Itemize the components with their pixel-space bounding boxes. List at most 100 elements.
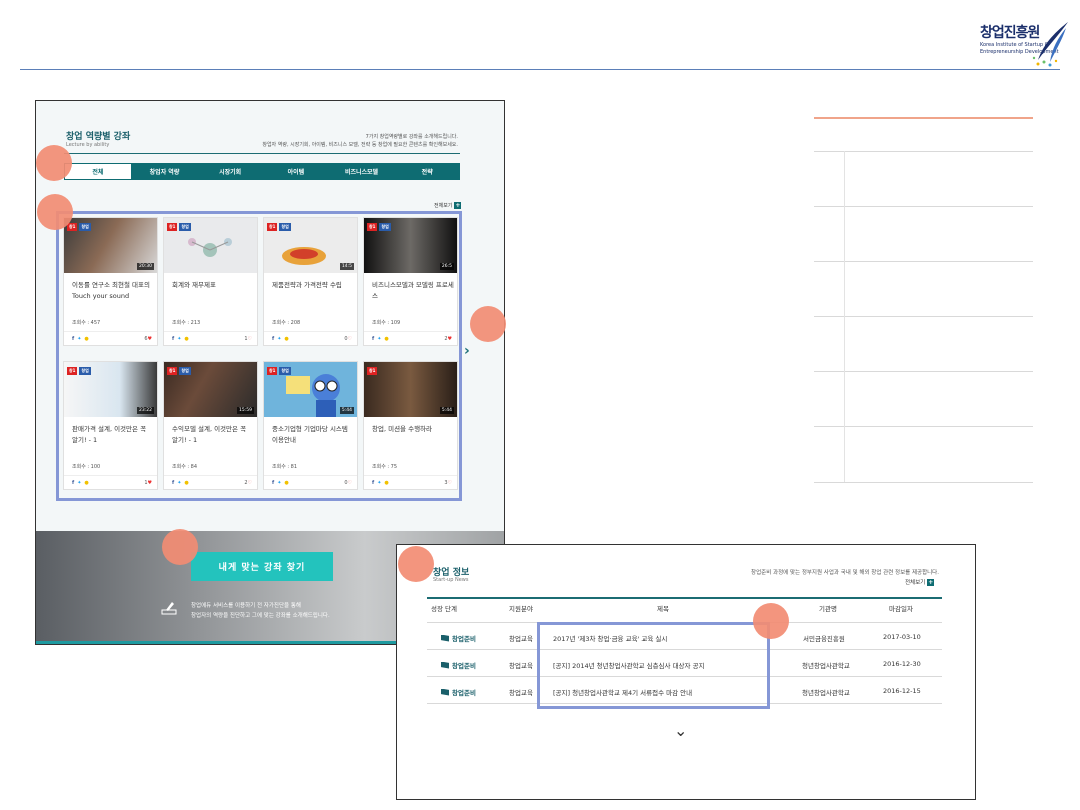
annotation-marker bbox=[162, 529, 198, 565]
like-count[interactable]: 1♥ bbox=[144, 480, 152, 486]
heart-icon: ♥ bbox=[147, 480, 152, 486]
twitter-icon[interactable]: ✦ bbox=[377, 336, 381, 342]
kakao-icon[interactable]: ● bbox=[284, 480, 288, 486]
lecture-card[interactable]: 창1 5:44 창업, 미션을 수행하라 조회수 : 75 f ✦ ● 3♡ bbox=[363, 361, 458, 490]
view-count: 조회수 : 109 bbox=[372, 320, 401, 326]
facebook-icon[interactable]: f bbox=[72, 480, 74, 486]
like-count[interactable]: 6♥ bbox=[144, 336, 152, 342]
lecture-title[interactable]: 제품전략과 가격전략 수립 bbox=[272, 280, 354, 291]
facebook-icon[interactable]: f bbox=[72, 336, 74, 342]
annotation-marker bbox=[753, 603, 789, 639]
kakao-icon[interactable]: ● bbox=[284, 336, 288, 342]
facebook-icon[interactable]: f bbox=[272, 336, 274, 342]
tab-all[interactable]: 전체 bbox=[64, 163, 132, 180]
lecture-thumbnail[interactable]: 창1 5:44 bbox=[364, 362, 457, 417]
like-count[interactable]: 1♡ bbox=[244, 336, 252, 342]
twitter-icon[interactable]: ✦ bbox=[77, 480, 81, 486]
like-count[interactable]: 2♡ bbox=[244, 480, 252, 486]
facebook-icon[interactable]: f bbox=[372, 480, 374, 486]
brand-logo[interactable]: 창업진흥원 Korea Institute of Startup & Entre… bbox=[980, 20, 1070, 70]
stage-label: 창업준비 bbox=[452, 662, 476, 670]
facebook-icon[interactable]: f bbox=[372, 336, 374, 342]
like-count[interactable]: 0♡ bbox=[344, 480, 352, 486]
kakao-icon[interactable]: ● bbox=[184, 336, 188, 342]
twitter-icon[interactable]: ✦ bbox=[377, 480, 381, 486]
share-bar: f ✦ ● 1♥ bbox=[72, 480, 152, 486]
view-count: 조회수 : 100 bbox=[72, 464, 101, 470]
lecture-thumbnail[interactable]: 창1 창업 bbox=[164, 218, 257, 273]
facebook-icon[interactable]: f bbox=[172, 480, 174, 486]
card-divider bbox=[64, 331, 157, 332]
lecture-title[interactable]: 비즈니스모델과 모델링 프로세스 bbox=[372, 280, 454, 302]
logo-swoosh-icon bbox=[1032, 22, 1068, 67]
kakao-icon[interactable]: ● bbox=[184, 480, 188, 486]
tab-market-opportunity[interactable]: 시장기회 bbox=[197, 163, 263, 180]
tab-item[interactable]: 아이템 bbox=[263, 163, 329, 180]
twitter-icon[interactable]: ✦ bbox=[177, 336, 181, 342]
card-divider bbox=[364, 475, 457, 476]
heart-icon: ♥ bbox=[447, 336, 452, 342]
category-badge: 창업 bbox=[379, 223, 391, 231]
like-count[interactable]: 2♥ bbox=[444, 336, 452, 342]
table-row-divider bbox=[814, 371, 1033, 372]
lecture-title[interactable]: 수익모델 설계, 이것만은 꼭 알기! - 1 bbox=[172, 424, 254, 446]
facebook-icon[interactable]: f bbox=[272, 480, 274, 486]
lecture-thumbnail[interactable]: 창1 창업 15:59 bbox=[164, 362, 257, 417]
lecture-thumbnail[interactable]: 창1 창업 23:22 bbox=[64, 362, 157, 417]
lecture-card[interactable]: 창1 창업 회계와 재무제표 조회수 : 213 f ✦ ● 1♡ bbox=[163, 217, 258, 346]
next-page-chevron-icon[interactable]: › bbox=[464, 343, 470, 359]
stage-cell: 창업준비 bbox=[441, 660, 476, 670]
lecture-title[interactable]: 이동률 연구소 최현철 대표의 Touch your sound bbox=[72, 280, 154, 302]
card-divider bbox=[164, 331, 257, 332]
twitter-icon[interactable]: ✦ bbox=[277, 480, 281, 486]
lecture-title[interactable]: 회계와 재무제표 bbox=[172, 280, 254, 291]
heart-outline-icon: ♡ bbox=[247, 336, 252, 342]
kakao-icon[interactable]: ● bbox=[384, 480, 388, 486]
banner-text-2: 창업자의 역량을 진단하고 그에 맞는 강좌를 소개해드립니다. bbox=[191, 613, 330, 619]
lecture-card[interactable]: 창1 창업 5:44 중소기업형 기업마당 시스템 이용안내 조회수 : 81 f… bbox=[263, 361, 358, 490]
tab-strategy[interactable]: 전략 bbox=[394, 163, 460, 180]
facebook-icon[interactable]: f bbox=[172, 336, 174, 342]
twitter-icon[interactable]: ✦ bbox=[77, 336, 81, 342]
table-column-divider bbox=[844, 151, 845, 482]
news-view-all-link[interactable]: 전체보기 + bbox=[905, 578, 935, 586]
share-bar: f ✦ ● 6♥ bbox=[72, 336, 152, 342]
heart-outline-icon: ♡ bbox=[447, 480, 452, 486]
lecture-card[interactable]: 창1 창업 26:5 비즈니스모델과 모델링 프로세스 조회수 : 109 f ✦ ●… bbox=[363, 217, 458, 346]
like-count[interactable]: 0♡ bbox=[344, 336, 352, 342]
twitter-icon[interactable]: ✦ bbox=[277, 336, 281, 342]
stage-cell: 창업준비 bbox=[441, 633, 476, 643]
lecture-card[interactable]: 창1 창업 23:22 판매가격 설계, 이것만은 꼭 알기! - 1 조회수 :… bbox=[63, 361, 158, 490]
news-panel-subtitle: Start-up News bbox=[433, 577, 469, 583]
lecture-panel-subtitle: Lecture by ability bbox=[66, 142, 110, 148]
share-bar: f ✦ ● 1♡ bbox=[172, 336, 252, 342]
lecture-title[interactable]: 창업, 미션을 수행하라 bbox=[372, 424, 454, 435]
chevron-down-icon[interactable]: ⌄ bbox=[674, 721, 687, 740]
lecture-card[interactable]: 창1 창업 20:30 이동률 연구소 최현철 대표의 Touch your so… bbox=[63, 217, 158, 346]
kakao-icon[interactable]: ● bbox=[84, 480, 88, 486]
twitter-icon[interactable]: ✦ bbox=[177, 480, 181, 486]
find-course-button[interactable]: 내게 맞는 강좌 찾기 bbox=[191, 552, 333, 581]
deadline-cell: 2016-12-30 bbox=[883, 660, 921, 668]
lecture-thumbnail[interactable]: 창1 창업 26:5 bbox=[364, 218, 457, 273]
lecture-view-all-link[interactable]: 전체보기 + bbox=[434, 202, 462, 209]
video-duration: 5:44 bbox=[439, 407, 454, 414]
tab-business-model[interactable]: 비즈니스모델 bbox=[329, 163, 395, 180]
kakao-icon[interactable]: ● bbox=[384, 336, 388, 342]
lecture-thumbnail[interactable]: 창1 창업 5:44 bbox=[264, 362, 357, 417]
lecture-thumbnail[interactable]: 창1 창업 14:5 bbox=[264, 218, 357, 273]
col-org: 기관명 bbox=[819, 605, 837, 613]
like-count[interactable]: 3♡ bbox=[444, 480, 452, 486]
lecture-card[interactable]: 창1 창업 14:5 제품전략과 가격전략 수립 조회수 : 208 f ✦ ● 0♡ bbox=[263, 217, 358, 346]
col-deadline: 마감일자 bbox=[889, 605, 913, 613]
lecture-thumbnail[interactable]: 창1 창업 20:30 bbox=[64, 218, 157, 273]
tab-founder-ability[interactable]: 창업자 역량 bbox=[132, 163, 198, 180]
header-divider bbox=[20, 69, 1060, 70]
lecture-title[interactable]: 판매가격 설계, 이것만은 꼭 알기! - 1 bbox=[72, 424, 154, 446]
lecture-title[interactable]: 중소기업형 기업마당 시스템 이용안내 bbox=[272, 424, 354, 446]
lecture-card[interactable]: 창1 창업 15:59 수익모델 설계, 이것만은 꼭 알기! - 1 조회수 :… bbox=[163, 361, 258, 490]
heart-outline-icon: ♡ bbox=[247, 480, 252, 486]
kakao-icon[interactable]: ● bbox=[84, 336, 88, 342]
org-cell: 청년창업사관학교 bbox=[802, 689, 850, 697]
card-divider bbox=[264, 475, 357, 476]
